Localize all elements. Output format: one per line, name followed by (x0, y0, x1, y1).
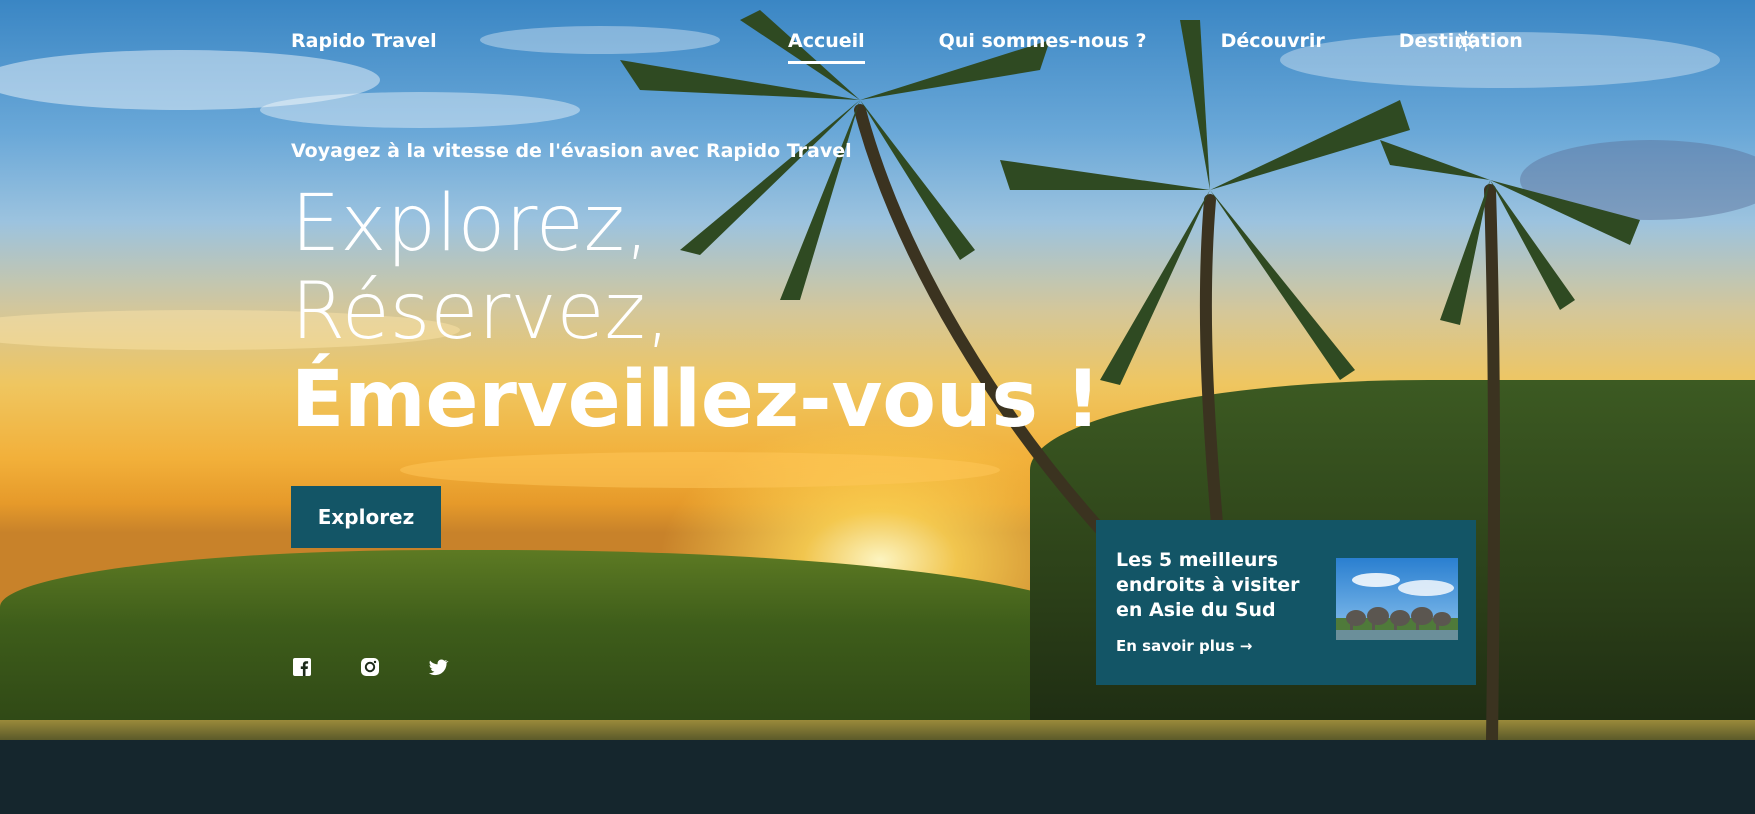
card-title: Les 5 meilleurs endroits à visiter en As… (1116, 549, 1300, 621)
twitter-icon[interactable] (427, 656, 449, 678)
featured-article-card[interactable]: Les 5 meilleurs endroits à visiter en As… (1096, 520, 1476, 685)
brand-logo[interactable]: Rapido Travel (291, 30, 437, 52)
hero-tagline: Voyagez à la vitesse de l'évasion avec R… (291, 140, 852, 162)
explore-button[interactable]: Explorez (291, 486, 441, 548)
headline-line-1: Explorez, (291, 179, 650, 269)
instagram-icon[interactable] (359, 656, 381, 678)
elephants-image (1336, 558, 1458, 640)
facebook-icon[interactable] (291, 656, 313, 678)
footer-band (0, 740, 1755, 814)
headline-line-2: Réservez, (291, 267, 671, 357)
headline-emphasis: Émerveillez-vous ! (291, 355, 1101, 445)
social-links (291, 656, 495, 678)
hero-headline: Explorez, Réservez, Émerveillez-vous ! (291, 180, 1131, 444)
arrow-right-icon: → (1239, 637, 1253, 655)
read-more-label: En savoir plus (1116, 637, 1235, 655)
nav-item-accueil[interactable]: Accueil (788, 30, 865, 64)
sun-icon[interactable] (1455, 30, 1477, 52)
nav-item-decouvrir[interactable]: Découvrir (1221, 30, 1325, 64)
read-more-link[interactable]: En savoir plus → (1116, 637, 1252, 655)
nav-item-qui-sommes-nous[interactable]: Qui sommes-nous ? (939, 30, 1147, 64)
